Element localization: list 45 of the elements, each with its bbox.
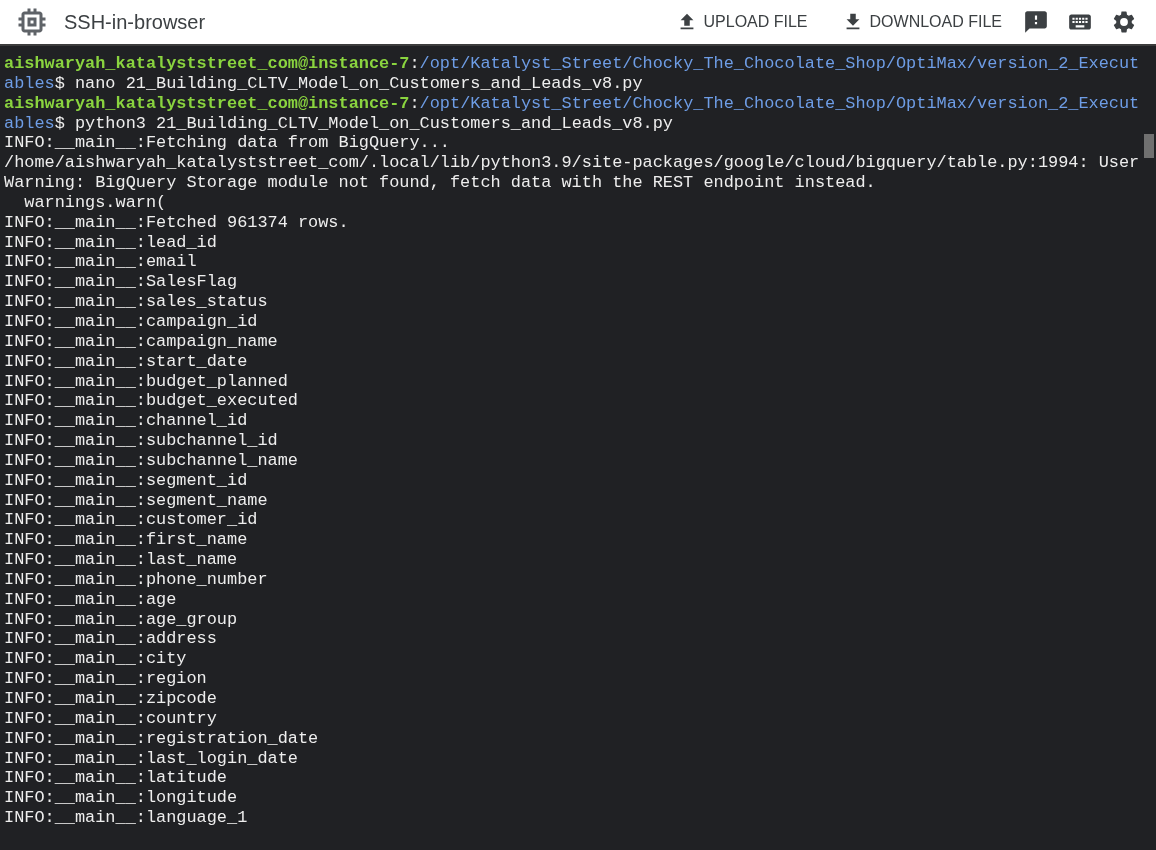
terminal-line: INFO:__main__:sales_status (4, 292, 268, 312)
terminal-line: INFO:__main__:channel_id (4, 411, 248, 432)
terminal-line: INFO:__main__:lead_id (4, 232, 217, 253)
terminal-line: /home/aishwaryah_katalyststreet_com/.local/lib/python3.9/site-packages/google/cloud/bigquery/table.py:1994: User (4, 153, 1140, 174)
terminal-line: INFO:__main__:last_login_date (4, 748, 298, 769)
download-file-button[interactable]: DOWNLOAD FILE (831, 4, 1012, 40)
terminal-line: INFO:__main__:subchannel_name (4, 450, 298, 471)
terminal-line: aishwaryah_katalyststreet_com@instance-7:/opt/Katalyst_Street/Chocky_The_Chocolate_Shop/OptiMax/version_2_Execut (4, 93, 1140, 114)
terminal-line: INFO:__main__:Fetched 961374 rows. (4, 212, 349, 233)
terminal-line: INFO:__main__:segment_id (4, 470, 248, 491)
terminal-line: INFO:__main__:email (4, 252, 197, 273)
terminal-line: warnings.warn( (23, 192, 167, 213)
terminal-line: aishwaryah_katalyststreet_com@instance-7:/opt/Katalyst_Street/Chocky_The_Chocolate_Shop/OptiMax/version_2_Execut (4, 54, 1140, 74)
terminal-line: INFO:__main__:zipcode (4, 689, 217, 709)
terminal-line: INFO:__main__:SalesFlag (4, 272, 238, 293)
terminal-line: INFO:__main__:age_group (4, 609, 238, 630)
terminal-line: INFO:__main__:campaign_name (4, 331, 278, 352)
app-title: SSH-in-browser (64, 10, 207, 34)
settings-icon (1111, 9, 1137, 35)
terminal-line: INFO:__main__:address (4, 629, 217, 650)
terminal-line: INFO:__main__:registration_date (4, 728, 319, 749)
terminal-line: INFO:__main__:customer_id (4, 510, 258, 531)
terminal-line: INFO:__main__:budget_planned (4, 371, 288, 392)
terminal-line: INFO:__main__:city (4, 649, 187, 670)
terminal-line: INFO:__main__:subchannel_id (4, 431, 278, 451)
upload-file-button[interactable]: UPLOAD FILE (665, 4, 818, 40)
terminal-line: ables$ python3 21_Building_CLTV_Model_on_Customers_and_Leads_v8.py (4, 113, 673, 134)
terminal-line: INFO:__main__:region (4, 669, 207, 689)
terminal-line: INFO:__main__:country (4, 708, 217, 729)
terminal-line: INFO:__main__:segment_name (4, 490, 268, 511)
terminal-line: INFO:__main__:first_name (4, 530, 248, 551)
terminal-line: INFO:__main__:phone_number (4, 569, 268, 590)
scrollbar-thumb[interactable] (1144, 134, 1154, 158)
terminal-line: INFO:__main__:budget_executed (4, 391, 298, 412)
terminal-line: INFO:__main__:last_name (4, 550, 238, 570)
terminal-line: INFO:__main__:longitude (4, 788, 238, 809)
terminal-line: Warning: BigQuery Storage module not found, fetch data with the REST endpoint instead. (4, 173, 876, 193)
terminal-line: INFO:__main__:start_date (4, 351, 248, 372)
terminal-line: INFO:__main__:Fetching data from BigQuery... (4, 133, 450, 154)
terminal-line: INFO:__main__:age (4, 589, 177, 610)
feedback-icon (1023, 9, 1049, 35)
terminal-line: INFO:__main__:language_1 (4, 808, 248, 828)
terminal-line: INFO:__main__:latitude (4, 768, 227, 789)
terminal-line: INFO:__main__:campaign_id (4, 311, 258, 332)
terminal-line: ables$ nano 21_Building_CLTV_Model_on_Customers_and_Leads_v8.py (4, 73, 643, 94)
